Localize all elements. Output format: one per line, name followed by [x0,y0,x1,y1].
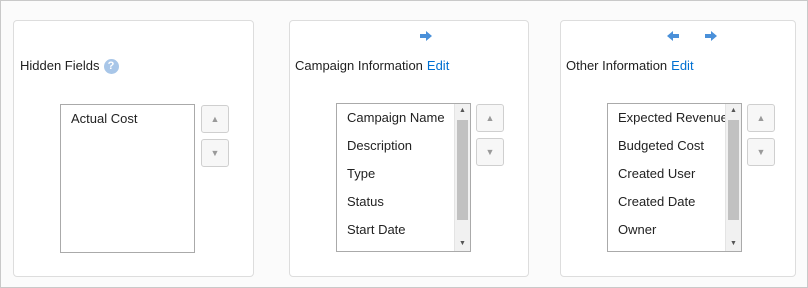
move-down-button[interactable]: ▼ [747,138,775,166]
edit-link[interactable]: Edit [671,58,693,73]
other-information-panel: Other Information Edit Expected Revenue B… [560,20,796,277]
triangle-down-icon: ▼ [210,148,220,158]
arrow-left-icon[interactable] [666,30,680,42]
campaign-information-panel: Campaign Information Edit Campaign Name D… [289,20,529,277]
triangle-up-icon: ▲ [756,113,766,123]
move-up-button[interactable]: ▲ [747,104,775,132]
hidden-fields-title: Hidden Fields? [20,58,119,74]
hidden-fields-listbox[interactable]: Actual Cost [60,104,195,253]
scroll-up-arrow-icon[interactable]: ▲ [726,104,741,118]
field-layout-editor: Hidden Fields? Actual Cost ▲ ▼ Campaign … [0,0,808,288]
arrow-right-icon[interactable] [704,30,718,42]
list-item[interactable]: Status [337,188,454,216]
list-item[interactable]: Created Date [608,188,725,216]
list-item[interactable]: Budgeted Cost [608,132,725,160]
scrollbar[interactable]: ▲ ▼ [725,104,741,251]
edit-link[interactable]: Edit [427,58,449,73]
list-item[interactable]: Campaign Name [337,104,454,132]
other-information-listbox[interactable]: Expected Revenue Budgeted Cost Created U… [607,103,742,252]
scroll-down-arrow-icon[interactable]: ▼ [455,237,470,251]
list-item[interactable]: Type [337,160,454,188]
list-item[interactable]: Actual Cost [61,105,194,133]
triangle-down-icon: ▼ [756,147,766,157]
move-down-button[interactable]: ▼ [201,139,229,167]
campaign-information-label: Campaign Information [295,58,423,73]
move-down-button[interactable]: ▼ [476,138,504,166]
hidden-fields-panel: Hidden Fields? Actual Cost ▲ ▼ [13,20,254,277]
scrollbar-thumb[interactable] [728,120,739,220]
other-information-title: Other Information Edit [566,58,694,73]
other-information-label: Other Information [566,58,668,73]
scrollbar-thumb[interactable] [457,120,468,220]
help-icon[interactable]: ? [103,59,119,74]
list-item[interactable]: Expected Revenue [608,104,725,132]
list-item[interactable]: Owner [608,216,725,244]
triangle-up-icon: ▲ [485,113,495,123]
campaign-information-title: Campaign Information Edit [295,58,449,73]
list-item[interactable]: Start Date [337,216,454,244]
move-up-button[interactable]: ▲ [201,105,229,133]
move-up-button[interactable]: ▲ [476,104,504,132]
scrollbar[interactable]: ▲ ▼ [454,104,470,251]
scroll-down-arrow-icon[interactable]: ▼ [726,237,741,251]
scroll-up-arrow-icon[interactable]: ▲ [455,104,470,118]
list-item[interactable]: Description [337,132,454,160]
list-item[interactable]: Created User [608,160,725,188]
hidden-fields-label: Hidden Fields [20,58,100,73]
campaign-information-listbox[interactable]: Campaign Name Description Type Status St… [336,103,471,252]
arrow-right-icon[interactable] [419,30,433,42]
triangle-down-icon: ▼ [485,147,495,157]
triangle-up-icon: ▲ [210,114,220,124]
